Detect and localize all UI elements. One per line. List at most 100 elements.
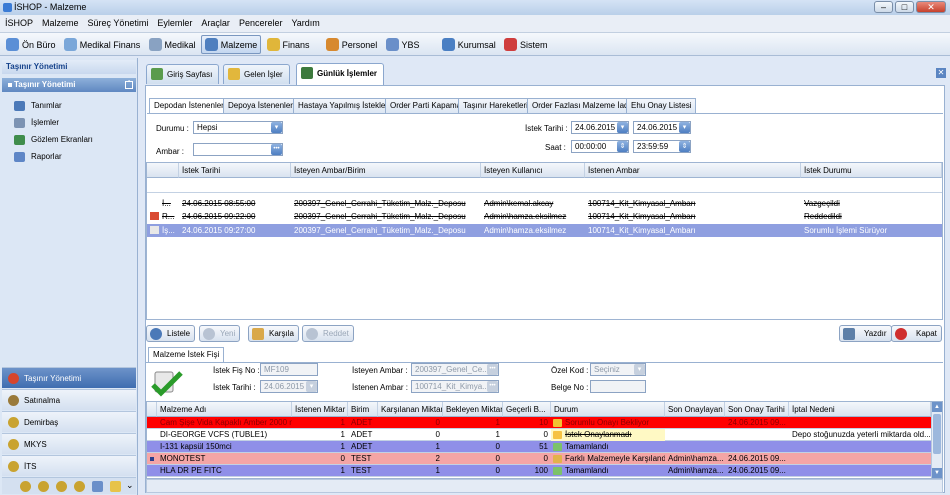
belge-no-field[interactable]: [590, 380, 646, 393]
tarih-to-field[interactable]: 24.06.2015 ▾: [633, 121, 691, 134]
grid-header-istek-tarihi[interactable]: İstek Tarihi: [179, 163, 291, 178]
minimize-button[interactable]: –: [874, 1, 893, 13]
horizontal-scrollbar[interactable]: [146, 479, 943, 493]
fis-no-field[interactable]: MF109: [260, 363, 318, 376]
overflow-icon[interactable]: [110, 481, 121, 492]
table-row[interactable]: R... 24.06.2015 09:22:00 200397_Genel_Ce…: [147, 210, 942, 223]
tab-gunluk-islemler[interactable]: Günlük İşlemler: [296, 63, 385, 85]
karsila-button[interactable]: Karşıla: [248, 325, 299, 342]
module-ybs[interactable]: YBS: [383, 35, 423, 54]
overflow-icon[interactable]: [20, 481, 31, 492]
subtab-order-fazlasi[interactable]: Order Fazlası Malzeme İade: [527, 98, 638, 113]
subtab-ehu-onay-listesi[interactable]: Ehu Onay Listesi: [626, 98, 697, 113]
yeni-button[interactable]: Yeni: [199, 325, 241, 342]
overflow-icon[interactable]: [74, 481, 85, 492]
ellipsis-icon[interactable]: •••: [487, 364, 498, 375]
ozel-kod-select[interactable]: Seçiniz ▾: [590, 363, 646, 376]
module-medikal-finans[interactable]: Medikal Finans: [61, 35, 144, 54]
nav-tasinir-yonetimi[interactable]: Taşınır Yönetimi: [2, 367, 136, 388]
maximize-button[interactable]: □: [895, 1, 914, 13]
module-personel[interactable]: Personel: [323, 35, 381, 54]
grid-header-son-onaylayan[interactable]: Son Onaylayan: [665, 402, 725, 417]
durum-select[interactable]: Hepsi ▾: [193, 121, 283, 134]
ellipsis-icon[interactable]: •••: [271, 144, 282, 155]
tab-giris-sayfasi[interactable]: Giriş Sayfası: [146, 64, 220, 84]
calendar-dropdown-icon[interactable]: ▾: [679, 122, 690, 133]
grid-header-malzeme-adi[interactable]: Malzeme Adı: [157, 402, 292, 417]
table-row-selected[interactable]: İş... 24.06.2015 09:27:00 200397_Genel_C…: [147, 224, 942, 237]
close-button[interactable]: ✕: [916, 1, 946, 13]
tab-gelen-isler[interactable]: Gelen İşler: [223, 64, 290, 84]
nav-satinalma[interactable]: Satınalma: [2, 389, 136, 410]
grid-header-istenen-miktar[interactable]: İstenen Miktar: [292, 402, 348, 417]
grid-header-bekleyen[interactable]: Bekleyen Miktar: [443, 402, 503, 417]
spinner-icon[interactable]: ⇕: [679, 141, 690, 152]
subtab-hastaya-yapilmis[interactable]: Hastaya Yapılmış İstekler: [293, 98, 393, 113]
nav-demirbas[interactable]: Demirbaş: [2, 411, 136, 432]
tab-malzeme-istek-fisi[interactable]: Malzeme İstek Fişi: [148, 347, 225, 363]
yazdir-button[interactable]: Yazdır: [839, 325, 892, 342]
tarih-from-field[interactable]: 24.06.2015 ▾: [571, 121, 629, 134]
nav-mkys[interactable]: MKYS: [2, 433, 136, 454]
calendar-dropdown-icon[interactable]: ▾: [617, 122, 628, 133]
isteyen-ambar-field[interactable]: 200397_Genel_Ce... •••: [411, 363, 499, 376]
ellipsis-icon[interactable]: •••: [487, 381, 498, 392]
menu-eylemler[interactable]: Eylemler: [152, 15, 196, 28]
istenen-ambar-field[interactable]: 100714_Kit_Kimya... •••: [411, 380, 499, 393]
module-on-buro[interactable]: Ön Büro: [3, 35, 59, 54]
grid-header-isteyen-kullanici[interactable]: İsteyen Kullanıcı: [481, 163, 585, 178]
overflow-icon[interactable]: [92, 481, 103, 492]
subtab-depoya-istenenler[interactable]: Depoya İstenenler: [223, 98, 298, 113]
scroll-down-icon[interactable]: ▼: [932, 468, 942, 478]
table-row[interactable]: HLA DR PE FITC 1 TEST 1 0 100 Tamamlandı Admin\…: [147, 465, 931, 477]
menu-araclar[interactable]: Araçlar: [196, 15, 234, 28]
chevron-down-icon[interactable]: ⌄: [126, 480, 134, 491]
close-tab-icon[interactable]: ✕: [936, 68, 946, 78]
grid-header-istenen-ambar[interactable]: İstenen Ambar: [585, 163, 801, 178]
collapse-icon[interactable]: ˆ: [125, 81, 133, 89]
calendar-dropdown-icon[interactable]: ▾: [306, 381, 317, 392]
module-malzeme[interactable]: Malzeme: [200, 35, 262, 54]
module-kurumsal[interactable]: Kurumsal: [439, 35, 499, 54]
sidebar-item-tanimlar[interactable]: Tanımlar: [14, 98, 62, 114]
table-row[interactable]: İ... 24.06.2015 08:55:00 200397_Genel_Ce…: [147, 197, 942, 210]
subtab-tasinir-hareketleri[interactable]: Taşınır Hareketleri: [458, 98, 533, 113]
table-row[interactable]: DI-GEORGE VCFS (TUBLE1) 1 ADET 0 1 0 İstek Ona…: [147, 429, 931, 441]
grid-header-durum[interactable]: Durum: [551, 402, 665, 417]
menu-pencereler[interactable]: Pencereler: [234, 15, 287, 28]
module-finans[interactable]: Finans: [264, 35, 313, 54]
subtab-depodan-istenenler[interactable]: Depodan İstenenler: [149, 98, 229, 114]
overflow-icon[interactable]: [38, 481, 49, 492]
ambar-field[interactable]: •••: [193, 143, 283, 156]
detail-tarih-field[interactable]: 24.06.2015 ▾: [260, 380, 318, 393]
grid-header-birim[interactable]: Birim: [348, 402, 378, 417]
grid-header-karsilanan[interactable]: Karşılanan Miktar: [378, 402, 443, 417]
grid-header-isteyen-ambar[interactable]: İsteyen Ambar/Birim: [291, 163, 481, 178]
subtab-order-parti-kapama[interactable]: Order Parti Kapama: [385, 98, 467, 113]
saat-to-field[interactable]: 23:59:59 ⇕: [633, 140, 691, 153]
reddet-button[interactable]: Reddet: [302, 325, 354, 342]
listele-button[interactable]: Listele: [146, 325, 196, 342]
menu-yardim[interactable]: Yardım: [286, 15, 323, 28]
chevron-down-icon[interactable]: ▾: [271, 122, 282, 133]
spinner-icon[interactable]: ⇕: [617, 141, 628, 152]
table-row[interactable]: MONOTEST 0 TEST 2 0 0 Farklı Malzemeyle Karşıl…: [147, 453, 931, 465]
table-row[interactable]: I-131 kapsül 150mci 1 ADET 1 0 51 Tamamlandı: [147, 441, 931, 453]
scroll-up-icon[interactable]: ▲: [932, 402, 942, 412]
module-sistem[interactable]: Sistem: [501, 35, 551, 54]
grid-header-iptal-nedeni[interactable]: İptal Nedeni: [789, 402, 931, 417]
sidebar-section-tasinir[interactable]: Taşınır Yönetimi ˆ: [2, 78, 136, 92]
chevron-down-icon[interactable]: ▾: [634, 364, 645, 375]
scrollbar-thumb[interactable]: [933, 414, 941, 454]
module-medikal[interactable]: Medikal: [146, 35, 199, 54]
grid-filter-row[interactable]: [147, 179, 942, 193]
grid-header-istek-durumu[interactable]: İstek Durumu: [801, 163, 942, 178]
saat-from-field[interactable]: 00:00:00 ⇕: [571, 140, 629, 153]
vertical-scrollbar[interactable]: ▲ ▼: [931, 402, 942, 478]
sidebar-item-gozlem[interactable]: Gözlem Ekranları: [14, 132, 93, 148]
menu-ishop[interactable]: İSHOP: [0, 15, 37, 28]
nav-its[interactable]: İTS: [2, 455, 136, 476]
kapat-button[interactable]: Kapat: [891, 325, 942, 342]
menu-surec-yonetimi[interactable]: Süreç Yönetimi: [83, 15, 153, 28]
overflow-icon[interactable]: [56, 481, 67, 492]
